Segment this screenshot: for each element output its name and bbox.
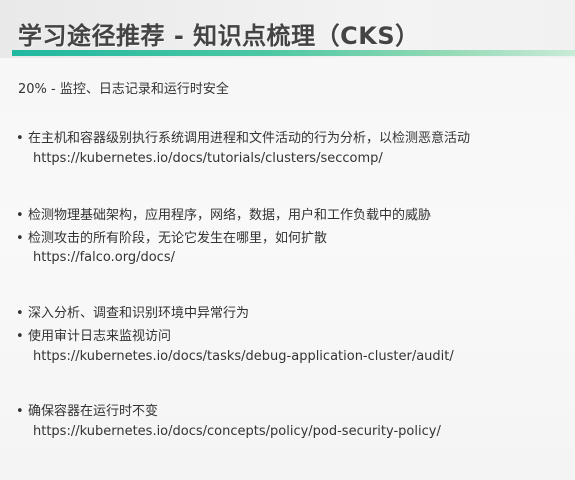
bullet-text: 检测攻击的所有阶段，无论它发生在哪里，如何扩散 [28, 231, 328, 246]
bullet-dot: • [16, 404, 24, 419]
bullet-item: • 检测物理基础架构，应用程序，网络，数据，用户和工作负载中的威胁 [16, 204, 431, 223]
bullet-dot: • [16, 306, 24, 321]
bullet-text: 检测物理基础架构，应用程序，网络，数据，用户和工作负载中的威胁 [28, 208, 432, 223]
title-accent-bar [12, 50, 575, 56]
bullet-item: • 使用审计日志来监视访问 [16, 325, 171, 344]
bullet-text: 在主机和容器级别执行系统调用进程和文件活动的行为分析，以检测恶意活动 [28, 131, 471, 146]
bullet-dot: • [16, 231, 24, 246]
bullet-item: • 在主机和容器级别执行系统调用进程和文件活动的行为分析，以检测恶意活动 [16, 127, 470, 146]
bullet-text: 确保容器在运行时不变 [28, 404, 159, 419]
reference-link[interactable]: https://falco.org/docs/ [33, 250, 175, 265]
section-subtitle: 20% - 监控、日志记录和运行时安全 [18, 82, 229, 97]
slide-title: 学习途径推荐 - 知识点梳理（CKS） [18, 22, 420, 50]
bullet-item: • 确保容器在运行时不变 [16, 400, 158, 419]
slide: 学习途径推荐 - 知识点梳理（CKS） 20% - 监控、日志记录和运行时安全 … [0, 0, 575, 480]
slide-header: 学习途径推荐 - 知识点梳理（CKS） [0, 0, 575, 58]
bullet-text: 使用审计日志来监视访问 [28, 329, 172, 344]
reference-link[interactable]: https://kubernetes.io/docs/concepts/poli… [33, 424, 441, 439]
bullet-item: • 检测攻击的所有阶段，无论它发生在哪里，如何扩散 [16, 227, 327, 246]
bullet-dot: • [16, 131, 24, 146]
bullet-item: • 深入分析、调查和识别环境中异常行为 [16, 302, 249, 321]
reference-link[interactable]: https://kubernetes.io/docs/tutorials/clu… [33, 151, 383, 166]
reference-link[interactable]: https://kubernetes.io/docs/tasks/debug-a… [33, 349, 454, 364]
bullet-text: 深入分析、调查和识别环境中异常行为 [28, 306, 250, 321]
bullet-dot: • [16, 329, 24, 344]
bullet-dot: • [16, 208, 24, 223]
